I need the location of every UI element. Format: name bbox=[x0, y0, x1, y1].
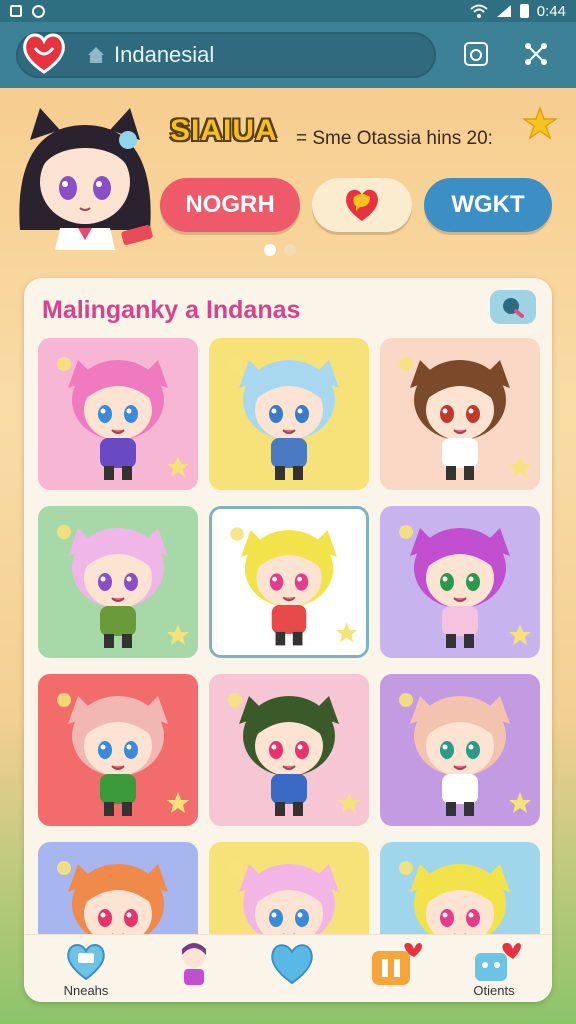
hero-title: SIAIUA bbox=[170, 114, 278, 147]
signal-icon bbox=[496, 5, 511, 17]
share-icon bbox=[525, 43, 547, 65]
carousel-dot[interactable] bbox=[284, 244, 296, 256]
search-bar[interactable]: Indanesial bbox=[16, 32, 436, 78]
character-tile[interactable] bbox=[380, 674, 540, 826]
top-app-bar: Indanesial bbox=[0, 22, 576, 88]
clock-icon bbox=[32, 4, 45, 18]
wifi-icon bbox=[470, 4, 488, 18]
timer-button[interactable] bbox=[462, 40, 490, 68]
chibi-character-icon bbox=[380, 338, 540, 490]
search-text: Indanesial bbox=[114, 42, 215, 67]
nav-pause[interactable] bbox=[364, 941, 424, 999]
chibi-character-icon bbox=[209, 338, 369, 490]
chibi-character-icon bbox=[212, 509, 366, 655]
character-tile[interactable] bbox=[380, 338, 540, 490]
pause-icon bbox=[372, 943, 422, 985]
panel-title: Malinganky a Indanas bbox=[42, 296, 301, 324]
home-icon bbox=[88, 47, 104, 63]
chibi-character-icon bbox=[209, 674, 369, 826]
nav-label: Nneahs bbox=[63, 983, 109, 998]
heart-icon bbox=[271, 944, 313, 985]
character-tile[interactable] bbox=[380, 506, 540, 658]
gift-icon bbox=[475, 943, 521, 981]
character-tile[interactable] bbox=[38, 338, 198, 490]
character-tile[interactable] bbox=[209, 674, 369, 826]
hero-subtitle: = Sme Otassia hins 20: bbox=[296, 128, 493, 149]
status-bar: 0:44 bbox=[0, 0, 576, 22]
heart-icon bbox=[67, 944, 105, 981]
nav-label: Otients bbox=[473, 983, 515, 998]
character-tile[interactable] bbox=[38, 674, 198, 826]
notification-icon bbox=[10, 5, 22, 17]
battery-icon bbox=[519, 4, 529, 18]
character-panel: Malinganky a Indanas Nneahs Otients bbox=[24, 278, 552, 1002]
chat-button[interactable] bbox=[312, 178, 412, 232]
search-icon bbox=[503, 298, 524, 318]
share-button[interactable] bbox=[522, 40, 550, 68]
character-tile[interactable] bbox=[209, 338, 369, 490]
character-icon bbox=[182, 943, 206, 985]
nav-favorites[interactable] bbox=[262, 941, 322, 999]
carousel-dots bbox=[264, 244, 296, 256]
heart-logo-icon[interactable] bbox=[20, 30, 68, 74]
status-time: 0:44 bbox=[536, 2, 566, 20]
character-tile[interactable] bbox=[38, 506, 198, 658]
profile-avatar[interactable] bbox=[10, 100, 160, 250]
nogrh-button[interactable]: NOGRH bbox=[160, 178, 300, 232]
chibi-character-icon bbox=[38, 674, 198, 826]
character-tile[interactable] bbox=[209, 506, 369, 658]
nav-hearts[interactable]: Nneahs bbox=[56, 941, 116, 999]
nav-character[interactable] bbox=[164, 941, 224, 999]
star-icon bbox=[522, 106, 558, 140]
chibi-character-icon bbox=[380, 674, 540, 826]
carousel-dot[interactable] bbox=[264, 244, 276, 256]
bottom-nav: Nneahs Otients bbox=[24, 934, 552, 1002]
chibi-character-icon bbox=[380, 506, 540, 658]
chibi-character-icon bbox=[38, 506, 198, 658]
wgkt-button[interactable]: WGKT bbox=[424, 178, 552, 232]
timer-icon bbox=[464, 42, 488, 66]
chibi-character-icon bbox=[38, 338, 198, 490]
nav-clients[interactable]: Otients bbox=[464, 941, 524, 999]
chat-heart-icon bbox=[346, 189, 378, 221]
panel-search-button[interactable] bbox=[490, 290, 536, 324]
